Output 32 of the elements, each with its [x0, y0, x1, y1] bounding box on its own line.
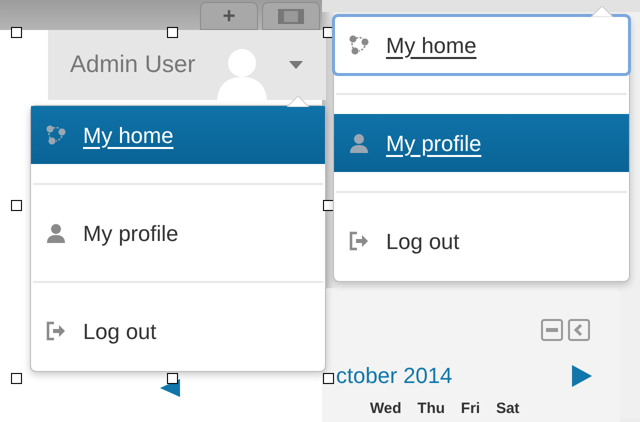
- film-icon: [276, 6, 306, 26]
- resize-handle[interactable]: [323, 373, 334, 384]
- menu-item[interactable]: Log out: [31, 302, 325, 360]
- menu-item[interactable]: My profile: [31, 204, 325, 262]
- network-icon: [45, 124, 67, 146]
- resize-handle[interactable]: [11, 27, 22, 38]
- user-icon: [348, 132, 370, 154]
- resize-handle[interactable]: [11, 373, 22, 384]
- month-title: ctober 2014: [336, 362, 452, 390]
- weekday-header: Fri: [460, 399, 480, 419]
- resize-handle[interactable]: [167, 27, 178, 38]
- weekday-header: Wed: [370, 399, 402, 419]
- user-name: Admin User: [70, 50, 196, 80]
- menu-item[interactable]: My home: [31, 106, 325, 164]
- user-menu-header[interactable]: Admin User: [48, 30, 326, 100]
- next-arrow[interactable]: [572, 364, 592, 386]
- resize-handle[interactable]: [167, 373, 178, 384]
- menu-item[interactable]: Log out: [334, 212, 629, 270]
- resize-handle[interactable]: [11, 200, 22, 211]
- menu-item[interactable]: My home: [334, 16, 629, 74]
- network-icon: [348, 34, 370, 56]
- resize-handle[interactable]: [323, 200, 334, 211]
- weekday-header: Thu: [417, 399, 445, 419]
- caret-icon: [289, 61, 304, 69]
- previous-arrow[interactable]: [160, 379, 180, 397]
- minimize-icon[interactable]: [541, 319, 563, 341]
- menu-item[interactable]: My profile: [334, 114, 629, 172]
- weekday-header: Sat: [496, 399, 520, 419]
- logout-icon: [45, 320, 67, 342]
- logout-icon: [348, 230, 370, 252]
- user-icon: [45, 222, 67, 244]
- dock-icon[interactable]: [568, 319, 590, 341]
